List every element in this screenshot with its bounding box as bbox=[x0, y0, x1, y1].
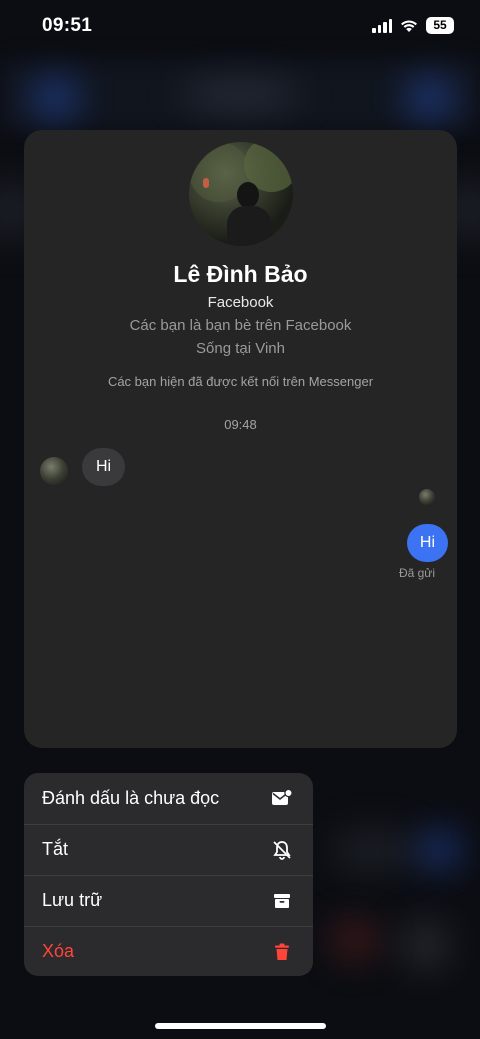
background-blob bbox=[420, 830, 460, 870]
status-bar: 09:51 55 bbox=[0, 0, 480, 54]
background-blob bbox=[330, 920, 380, 960]
profile-name: Lê Đình Bảo bbox=[173, 261, 308, 287]
background-blob bbox=[400, 920, 450, 970]
chat-timestamp: 09:48 bbox=[224, 417, 257, 432]
menu-item-delete[interactable]: Xóa bbox=[24, 926, 313, 976]
menu-item-mute[interactable]: Tắt bbox=[24, 824, 313, 874]
background-blob bbox=[30, 78, 80, 118]
cellular-signal-icon bbox=[372, 18, 392, 33]
conversation-preview[interactable]: Lê Đình Bảo Facebook Các bạn là bạn bè t… bbox=[24, 130, 457, 748]
wifi-icon bbox=[401, 19, 417, 32]
background-blob bbox=[405, 78, 455, 118]
mark-unread-icon bbox=[271, 787, 293, 809]
read-receipt-avatar bbox=[419, 489, 435, 505]
friend-status: Các bạn là bạn bè trên Facebook bbox=[129, 317, 352, 334]
menu-item-label: Đánh dấu là chưa đọc bbox=[42, 787, 220, 808]
bell-slash-icon bbox=[271, 839, 293, 861]
profile-avatar bbox=[189, 142, 293, 246]
menu-item-label: Xóa bbox=[42, 941, 75, 961]
menu-item-archive[interactable]: Lưu trữ bbox=[24, 875, 313, 925]
menu-item-mark-unread[interactable]: Đánh dấu là chưa đọc bbox=[24, 773, 313, 823]
home-indicator[interactable] bbox=[155, 1023, 326, 1029]
background-blob bbox=[180, 80, 300, 110]
battery-indicator: 55 bbox=[426, 17, 454, 34]
profile-location: Sống tại Vinh bbox=[196, 340, 285, 357]
menu-item-label: Lưu trữ bbox=[42, 890, 103, 910]
connected-note: Các bạn hiện đã được kết nối trên Messen… bbox=[107, 374, 374, 389]
status-icons: 55 bbox=[372, 17, 454, 34]
profile-source: Facebook bbox=[207, 294, 274, 311]
incoming-message-bubble: Hi bbox=[82, 448, 126, 486]
background-blob bbox=[330, 830, 420, 870]
sent-status: Đã gửi bbox=[398, 566, 435, 580]
archive-icon bbox=[271, 890, 293, 912]
trash-icon bbox=[271, 941, 293, 963]
outgoing-message-bubble: Hi bbox=[406, 524, 448, 562]
context-menu: Đánh dấu là chưa đọc Tắt Lưu trữ Xóa bbox=[24, 773, 313, 976]
clock: 09:51 bbox=[42, 15, 93, 36]
menu-item-label: Tắt bbox=[42, 839, 69, 859]
sender-avatar bbox=[40, 457, 68, 485]
